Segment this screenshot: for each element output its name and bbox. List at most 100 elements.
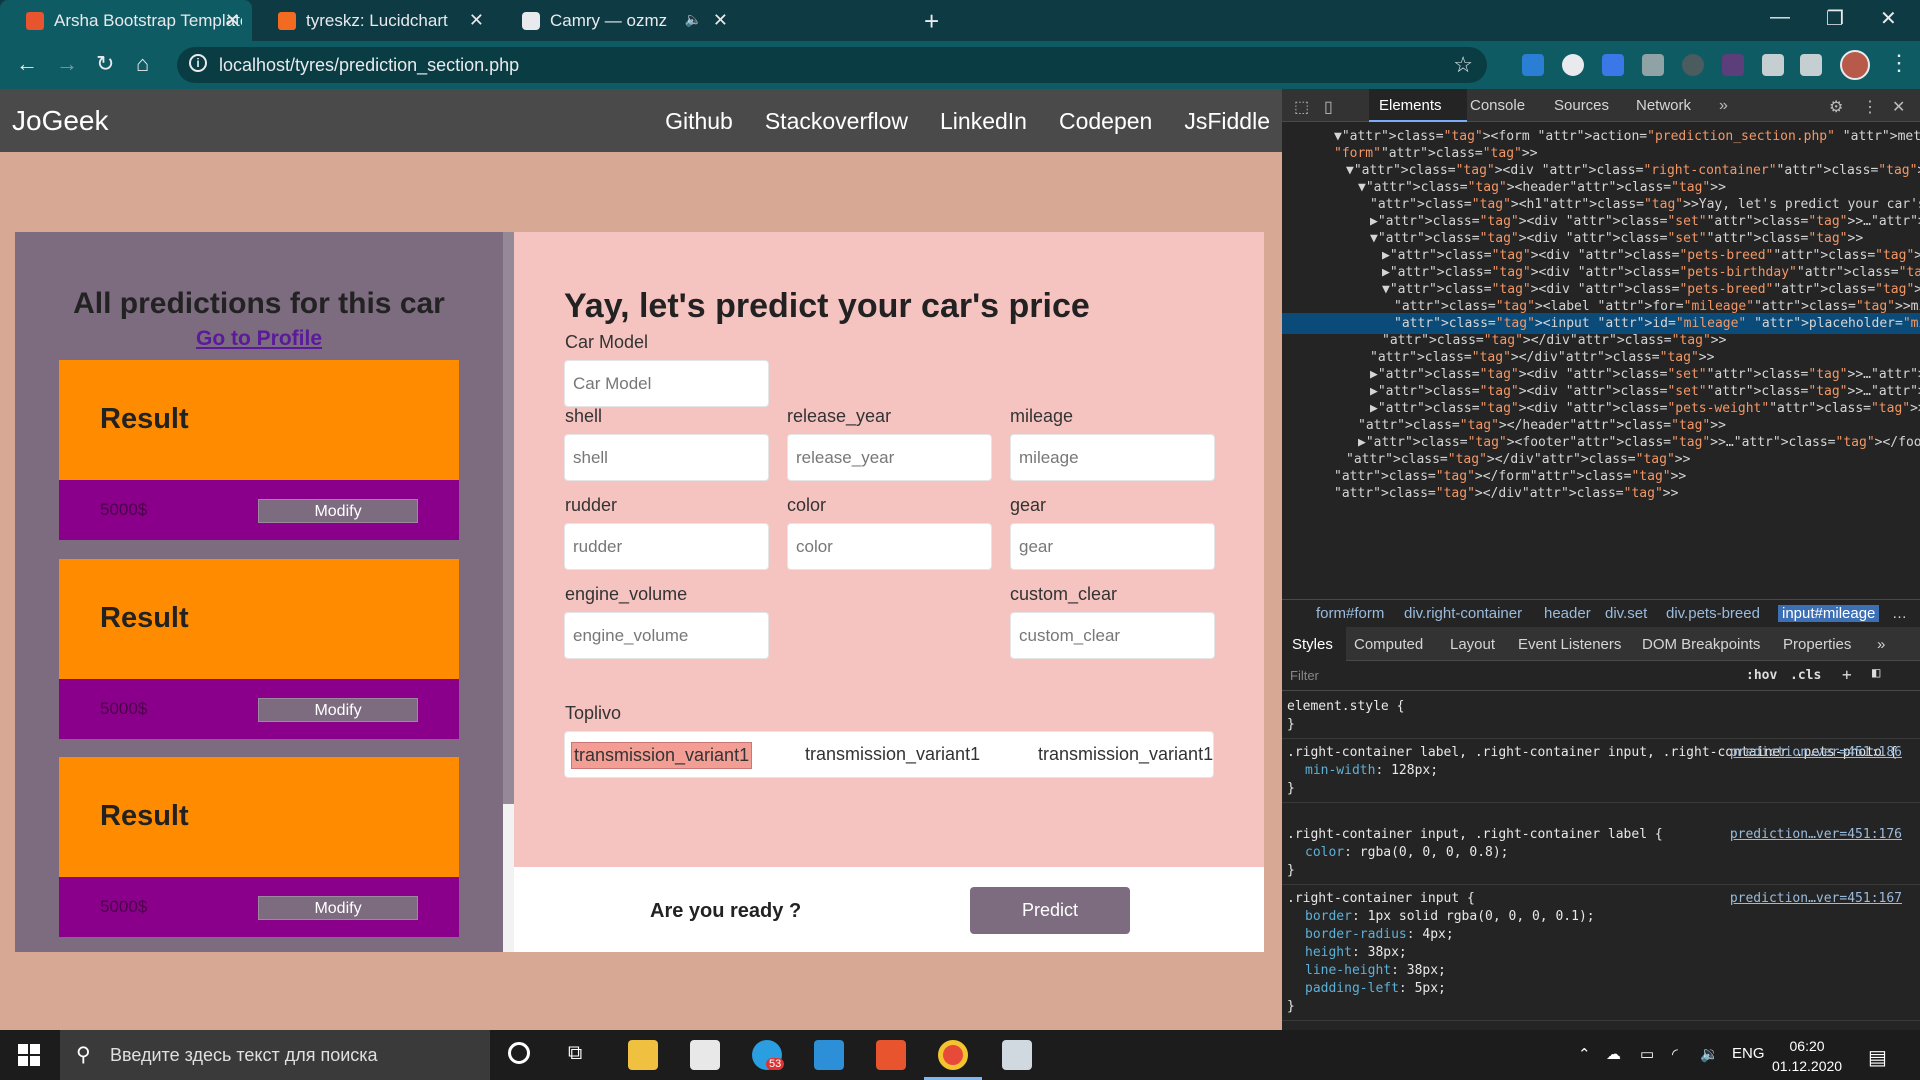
extension-c-icon[interactable]	[1642, 54, 1664, 76]
close-devtools-icon[interactable]: ✕	[1892, 97, 1905, 117]
nav-link-linkedin[interactable]: LinkedIn	[940, 108, 1027, 135]
more-tabs-icon[interactable]: »	[1719, 97, 1728, 115]
modify-button[interactable]: Modify	[258, 896, 418, 920]
new-style-rule-icon[interactable]: +	[1842, 665, 1852, 684]
wifi-icon[interactable]: ◜	[1672, 1045, 1678, 1063]
address-bar-url[interactable]: localhost/tyres/prediction_section.php	[219, 55, 519, 76]
css-rule[interactable]: prediction…ver=451:167 .right-container i…	[1282, 886, 1920, 1021]
breadcrumb-item[interactable]: div.set	[1605, 605, 1647, 622]
nav-link-codepen[interactable]: Codepen	[1059, 108, 1152, 135]
close-tab-icon[interactable]: ✕	[225, 10, 240, 31]
vscode-icon[interactable]	[814, 1040, 844, 1070]
xampp-icon[interactable]	[876, 1040, 906, 1070]
inspect-element-icon[interactable]: ⬚	[1294, 97, 1309, 117]
css-rule[interactable]: element.style {}	[1282, 694, 1920, 739]
settings-gear-icon[interactable]: ⚙	[1829, 97, 1843, 117]
extension-bug-icon[interactable]	[1682, 54, 1704, 76]
breadcrumb-item[interactable]: div.pets-breed	[1666, 605, 1760, 622]
computed-tab[interactable]: Computed	[1354, 636, 1423, 653]
shell-input[interactable]: shell	[564, 434, 769, 481]
mail-icon[interactable]	[690, 1040, 720, 1070]
dom-breakpoints-tab[interactable]: DOM Breakpoints	[1642, 636, 1760, 653]
extension-screen-icon[interactable]	[1602, 54, 1624, 76]
release-year-input[interactable]: release_year	[787, 434, 992, 481]
nav-link-github[interactable]: Github	[665, 108, 733, 135]
back-icon[interactable]: ←	[16, 51, 38, 77]
engine-volume-input[interactable]: engine_volume	[564, 612, 769, 659]
toggle-sidebar-icon[interactable]: ◧	[1872, 665, 1880, 681]
close-window-icon[interactable]: ✕	[1880, 6, 1897, 31]
rule-source-link[interactable]: prediction…ver=451:176	[1730, 826, 1902, 844]
css-rule[interactable]: prediction…ver=451:176 .right-container i…	[1282, 822, 1920, 885]
rule-property[interactable]: line-height: 38px;	[1287, 962, 1915, 980]
toplivo-option[interactable]: transmission_variant1	[803, 742, 982, 767]
extension-radio-icon[interactable]	[1722, 54, 1744, 76]
file-explorer-icon[interactable]	[628, 1040, 658, 1070]
breadcrumb-more-icon[interactable]: …	[1892, 605, 1907, 622]
breadcrumb-item-selected[interactable]: input#mileage	[1778, 605, 1880, 622]
panel-scrollbar[interactable]	[503, 232, 514, 804]
toplivo-option[interactable]: transmission_variant1	[571, 742, 753, 769]
devtools-tab-network[interactable]: Network	[1636, 97, 1691, 114]
car-model-input[interactable]: Car Model	[564, 360, 769, 407]
predict-button[interactable]: Predict	[970, 887, 1130, 934]
task-view-icon[interactable]: ⧉	[568, 1042, 582, 1065]
close-tab-icon[interactable]: ✕	[469, 10, 484, 31]
devtools-menu-icon[interactable]: ⋮	[1862, 97, 1878, 117]
taskbar-search-placeholder[interactable]: Введите здесь текст для поиска	[110, 1045, 378, 1066]
profile-avatar[interactable]	[1840, 50, 1870, 80]
devtools-tab-elements[interactable]: Elements	[1379, 97, 1442, 114]
color-input[interactable]: color	[787, 523, 992, 570]
tray-chevron-icon[interactable]: ⌃	[1578, 1045, 1591, 1063]
rule-source-link[interactable]: prediction…ver=451:186	[1730, 744, 1902, 762]
dom-node-line[interactable]: "attr">class="tag"></div"attr">class="ta…	[1282, 483, 1920, 504]
database-icon[interactable]	[1002, 1040, 1032, 1070]
extensions-puzzle-icon[interactable]	[1762, 54, 1784, 76]
onedrive-icon[interactable]: ☁	[1606, 1045, 1621, 1063]
device-toolbar-icon[interactable]: ▯	[1324, 97, 1333, 117]
browser-tab-arsha[interactable]: Arsha Bootstrap Template - Inde ✕	[0, 0, 252, 41]
taskbar-search[interactable]: ⚲ Введите здесь текст для поиска	[60, 1030, 490, 1080]
clock[interactable]: 06:20 01.12.2020	[1772, 1036, 1842, 1076]
breadcrumb-item[interactable]: header	[1544, 605, 1591, 622]
mileage-input[interactable]: mileage	[1010, 434, 1215, 481]
rule-property[interactable]: height: 38px;	[1287, 944, 1915, 962]
rudder-input[interactable]: rudder	[564, 523, 769, 570]
nav-link-jsfiddle[interactable]: JsFiddle	[1184, 108, 1270, 135]
custom-clear-input[interactable]: custom_clear	[1010, 612, 1215, 659]
cls-toggle[interactable]: .cls	[1790, 668, 1821, 683]
more-styles-tabs-icon[interactable]: »	[1877, 636, 1885, 653]
breadcrumb-item[interactable]: form#form	[1316, 605, 1384, 622]
extension-record-icon[interactable]	[1562, 54, 1584, 76]
reload-icon[interactable]: ↻	[96, 51, 114, 77]
rule-property[interactable]: border-radius: 4px;	[1287, 926, 1915, 944]
gear-input[interactable]: gear	[1010, 523, 1215, 570]
hov-toggle[interactable]: :hov	[1746, 668, 1777, 683]
go-to-profile-link[interactable]: Go to Profile	[15, 327, 503, 351]
styles-filter-input[interactable]: Filter	[1290, 668, 1319, 683]
toplivo-option[interactable]: transmission_variant1	[1036, 742, 1215, 767]
modify-button[interactable]: Modify	[258, 499, 418, 523]
maximize-icon[interactable]: ❐	[1826, 6, 1844, 31]
browser-menu-icon[interactable]: ⋮	[1888, 50, 1910, 76]
css-rule[interactable]: prediction…ver=451:186 .right-container l…	[1282, 740, 1920, 803]
address-bar[interactable]: i localhost/tyres/prediction_section.php…	[177, 47, 1487, 83]
close-tab-icon[interactable]: ✕	[713, 10, 728, 31]
browser-tab-lucidchart[interactable]: tyreskz: Lucidchart ✕	[252, 0, 496, 41]
devtools-tab-sources[interactable]: Sources	[1554, 97, 1609, 114]
layout-tab[interactable]: Layout	[1450, 636, 1495, 653]
site-info-icon[interactable]: i	[189, 54, 207, 72]
extension-eyedropper-icon[interactable]	[1522, 54, 1544, 76]
site-brand[interactable]: JoGeek	[12, 105, 109, 137]
rule-property[interactable]: min-width: 128px;	[1287, 762, 1915, 780]
new-tab-button[interactable]: +	[924, 6, 939, 37]
forward-icon[interactable]: →	[56, 51, 78, 77]
rule-property[interactable]: padding-left: 5px;	[1287, 980, 1915, 998]
properties-tab[interactable]: Properties	[1783, 636, 1851, 653]
breadcrumb-item[interactable]: div.right-container	[1404, 605, 1522, 622]
notifications-icon[interactable]: ▤	[1868, 1045, 1887, 1070]
chrome-icon[interactable]	[938, 1040, 968, 1070]
language-indicator[interactable]: ENG	[1732, 1045, 1765, 1062]
styles-tab[interactable]: Styles	[1292, 636, 1333, 653]
event-listeners-tab[interactable]: Event Listeners	[1518, 636, 1621, 653]
